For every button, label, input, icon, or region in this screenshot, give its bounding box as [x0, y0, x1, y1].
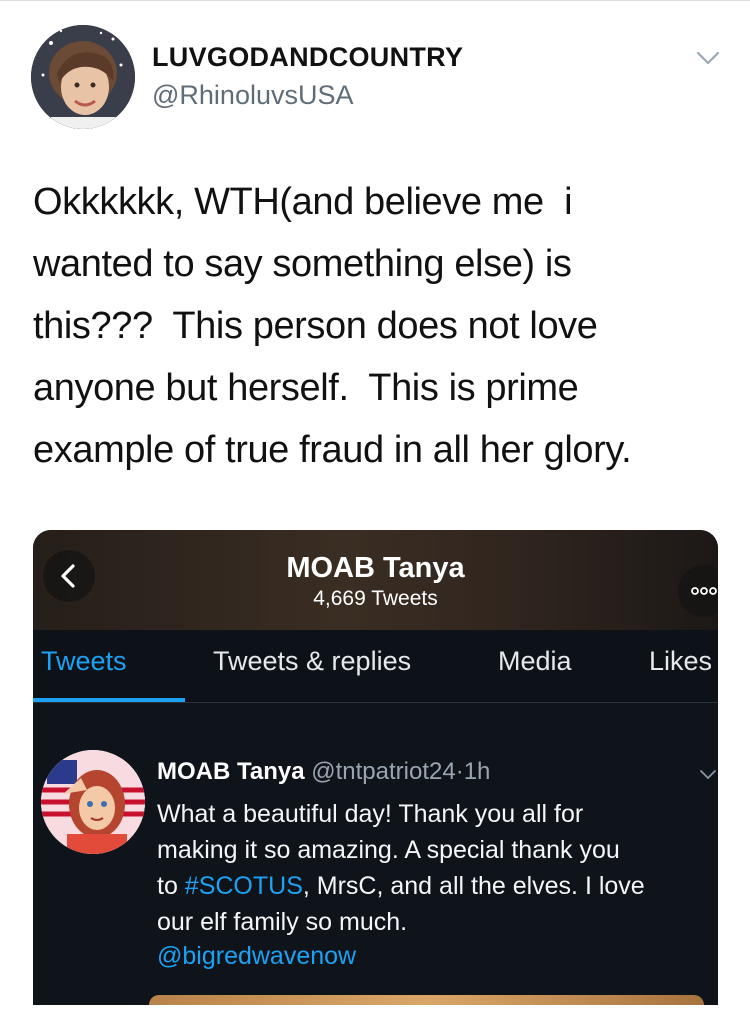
- tweet-line: Okkkkkk, WTH(and believe me i: [33, 181, 573, 223]
- profile-name: MOAB Tanya: [286, 552, 465, 584]
- tab-likes[interactable]: Likes: [649, 646, 712, 677]
- post-author-handle[interactable]: @tntpatriot24: [311, 758, 455, 785]
- post-header: MOAB Tanya @tntpatriot24·1h: [157, 758, 490, 786]
- post-dot: ·: [455, 758, 464, 785]
- hashtag-link[interactable]: #SCOTUS: [185, 872, 303, 900]
- tab-tweets[interactable]: Tweets: [41, 646, 127, 677]
- tweet-line: this??? This person does not love: [33, 305, 598, 347]
- chevron-down-icon[interactable]: [695, 48, 721, 68]
- mention-link[interactable]: @bigredwavenow: [157, 942, 356, 971]
- post-author-name[interactable]: MOAB Tanya: [157, 758, 305, 785]
- chevron-down-icon[interactable]: [699, 768, 717, 782]
- profile-tabs: Tweets Tweets & replies Media Likes: [33, 630, 718, 702]
- post-avatar[interactable]: [41, 750, 145, 854]
- post-time: 1h: [463, 758, 491, 785]
- post-text: What a beautiful day! Thank you all for …: [157, 796, 717, 940]
- tabs-divider: [33, 702, 718, 703]
- post-line: to #SCOTUS, MrsC, and all the elves. I l…: [157, 872, 645, 900]
- post-line: What a beautiful day! Thank you all for: [157, 800, 584, 828]
- cartoon-avatar-icon: [41, 750, 145, 854]
- tweet-count: 4,669 Tweets: [313, 587, 438, 610]
- tweet-line: anyone but herself. This is prime: [33, 367, 579, 409]
- top-divider: [0, 0, 750, 1]
- embedded-screenshot[interactable]: MOAB Tanya 4,669 Tweets Tweets Tweets & …: [33, 530, 718, 1009]
- post-line: our elf family so much.: [157, 908, 408, 936]
- tweet-line: example of true fraud in all her glory.: [33, 429, 632, 471]
- tab-tweets-and-replies[interactable]: Tweets & replies: [213, 646, 411, 677]
- tab-media[interactable]: Media: [498, 646, 572, 677]
- profile-photo-icon: [31, 25, 135, 129]
- author-display-name[interactable]: LUVGODANDCOUNTRY: [152, 42, 463, 73]
- tweet-line: wanted to say something else) is: [33, 243, 572, 285]
- author-handle[interactable]: @RhinoluvsUSA: [152, 80, 354, 111]
- author-avatar[interactable]: [31, 25, 135, 129]
- tweet-text: Okkkkkk, WTH(and believe me i wanted to …: [33, 171, 723, 481]
- post-line: making it so amazing. A special thank yo…: [157, 836, 620, 864]
